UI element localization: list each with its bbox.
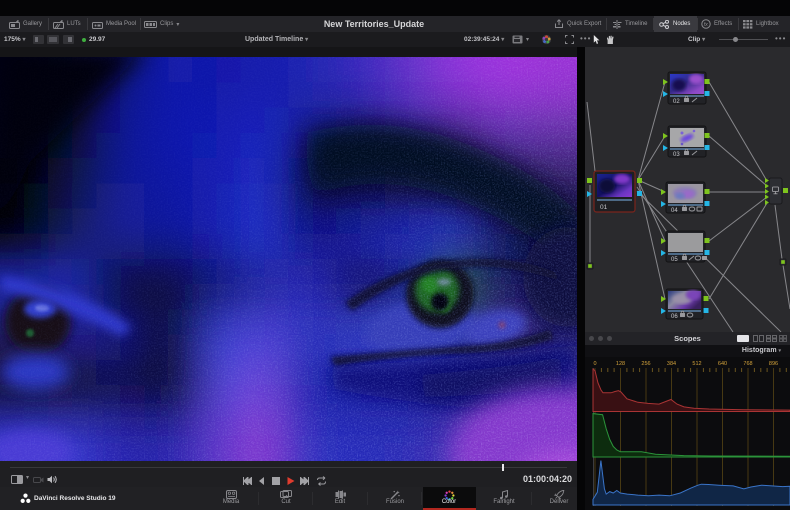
svg-text:03: 03 [673, 152, 680, 158]
svg-text:04: 04 [671, 208, 678, 214]
svg-text:384: 384 [667, 361, 676, 367]
svg-text:05: 05 [671, 257, 678, 263]
svg-text:512: 512 [692, 361, 701, 367]
svg-text:0: 0 [593, 361, 596, 367]
svg-text:01: 01 [600, 204, 608, 211]
svg-text:fx: fx [704, 22, 709, 28]
svg-text:896: 896 [769, 361, 778, 367]
svg-text:128: 128 [616, 361, 625, 367]
svg-text:02: 02 [673, 99, 680, 105]
svg-text:640: 640 [718, 361, 727, 367]
svg-text:768: 768 [743, 361, 752, 367]
svg-text:06: 06 [671, 314, 678, 320]
svg-text:256: 256 [641, 361, 650, 367]
